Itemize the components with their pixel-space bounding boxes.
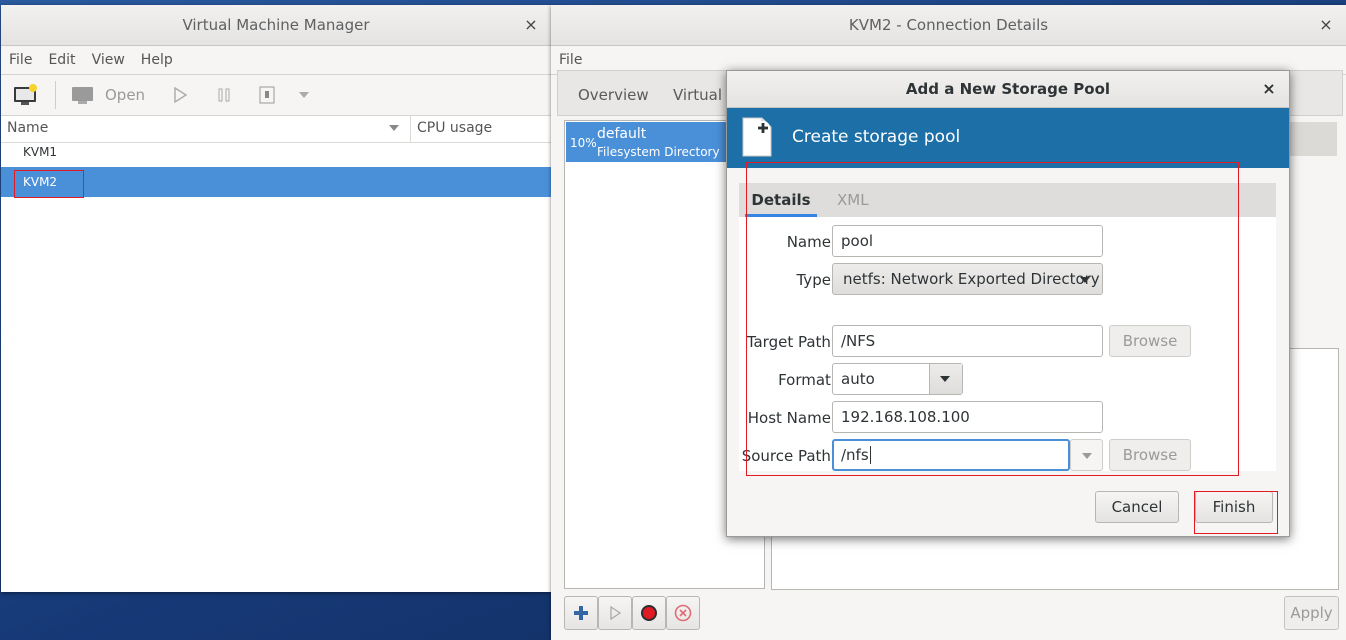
virt-manager-window: Virtual Machine Manager × File Edit View…: [1, 5, 551, 592]
start-pool-button[interactable]: [598, 596, 632, 630]
chevron-down-icon: [299, 92, 309, 98]
chevron-down-icon: [940, 376, 950, 382]
dialog-tabs: Details XML: [739, 183, 1276, 217]
add-pool-button[interactable]: [564, 596, 598, 630]
menu-file[interactable]: File: [551, 52, 590, 68]
vmm-close-icon[interactable]: ×: [521, 15, 541, 35]
tab-xml[interactable]: XML: [837, 183, 869, 217]
host-name-input[interactable]: 192.168.108.100: [832, 401, 1103, 433]
format-combo[interactable]: auto: [832, 363, 963, 395]
format-value: auto: [841, 370, 875, 388]
target-path-label: Target Path:: [746, 333, 836, 351]
pool-type: Filesystem Directory: [597, 145, 720, 159]
conn-titlebar: KVM2 - Connection Details ×: [551, 5, 1346, 46]
menu-file[interactable]: File: [1, 52, 40, 68]
play-icon: [610, 605, 622, 621]
connection-row-kvm2[interactable]: KVM2: [1, 167, 551, 197]
name-label: Name:: [786, 233, 836, 251]
new-vm-button[interactable]: [13, 83, 39, 107]
chevron-down-icon: [1082, 453, 1092, 459]
sort-down-icon: [389, 125, 399, 131]
vmm-toolbar: Open: [1, 75, 551, 116]
source-path-input[interactable]: /nfs: [832, 439, 1070, 471]
menu-help[interactable]: Help: [133, 52, 181, 68]
format-label: Format:: [778, 371, 836, 389]
connection-label: KVM1: [23, 145, 58, 159]
shutdown-button[interactable]: [258, 83, 276, 107]
shutdown-dropdown[interactable]: [299, 83, 309, 107]
shutdown-icon: [259, 86, 275, 104]
new-vm-icon: [14, 84, 37, 105]
connection-label: KVM2: [23, 175, 58, 189]
pause-button[interactable]: [216, 83, 232, 107]
source-path-label: Source Path:: [741, 447, 836, 465]
column-cpu[interactable]: CPU usage: [417, 120, 492, 136]
banner-title: Create storage pool: [792, 127, 961, 147]
pool-usage: 10%: [570, 136, 597, 150]
apply-button[interactable]: Apply: [1284, 596, 1339, 630]
target-browse-button[interactable]: Browse: [1109, 325, 1191, 357]
add-storage-pool-dialog: Add a New Storage Pool × Create storage …: [726, 70, 1290, 537]
dialog-titlebar: Add a New Storage Pool ×: [727, 71, 1289, 108]
run-button[interactable]: [172, 83, 188, 107]
menu-edit[interactable]: Edit: [40, 52, 83, 68]
play-icon: [174, 86, 188, 104]
plus-icon: [574, 606, 588, 620]
tab-overview[interactable]: Overview: [578, 86, 649, 104]
vmm-title: Virtual Machine Manager: [182, 16, 370, 34]
source-path-value: /nfs: [841, 446, 869, 464]
pool-details-form: Name: pool Type: netfs: Network Exported…: [739, 217, 1276, 471]
cancel-button[interactable]: Cancel: [1095, 491, 1179, 523]
monitor-icon: [72, 87, 93, 104]
host-name-label: Host Name:: [747, 409, 836, 427]
delete-icon: [674, 604, 692, 622]
pool-name: default: [597, 126, 647, 142]
text-cursor: [869, 446, 871, 464]
column-name[interactable]: Name: [7, 120, 48, 136]
format-dropdown-button[interactable]: [929, 364, 962, 394]
stop-icon: [641, 605, 657, 621]
conn-close-icon[interactable]: ×: [1316, 15, 1336, 35]
vmm-menubar: File Edit View Help: [1, 46, 551, 75]
new-document-icon: [742, 117, 772, 157]
toolbar-separator: [55, 81, 56, 109]
menu-view[interactable]: View: [84, 52, 133, 68]
name-input[interactable]: pool: [832, 225, 1103, 257]
vmm-titlebar: Virtual Machine Manager ×: [1, 5, 551, 46]
type-combo[interactable]: netfs: Network Exported Directory: [832, 263, 1103, 295]
dialog-close-icon[interactable]: ×: [1259, 79, 1279, 99]
stop-pool-button[interactable]: [632, 596, 666, 630]
connection-row-kvm1[interactable]: KVM1: [1, 137, 551, 167]
tab-details[interactable]: Details: [745, 183, 817, 217]
pause-icon: [218, 88, 230, 102]
type-label: Type:: [796, 271, 836, 289]
open-label: Open: [105, 86, 146, 104]
target-path-input[interactable]: /NFS: [832, 325, 1103, 357]
open-button[interactable]: Open: [71, 83, 145, 107]
dialog-title: Add a New Storage Pool: [905, 80, 1111, 98]
delete-pool-button[interactable]: [666, 596, 700, 630]
chevron-down-icon: [1080, 277, 1090, 283]
type-value: netfs: Network Exported Directory: [843, 270, 1100, 288]
pool-detail-header: [1284, 122, 1337, 156]
conn-title: KVM2 - Connection Details: [848, 16, 1049, 34]
source-browse-button[interactable]: Browse: [1109, 439, 1191, 471]
finish-button[interactable]: Finish: [1195, 491, 1273, 523]
source-path-dropdown[interactable]: [1070, 439, 1103, 471]
dialog-banner: Create storage pool: [727, 108, 1289, 168]
